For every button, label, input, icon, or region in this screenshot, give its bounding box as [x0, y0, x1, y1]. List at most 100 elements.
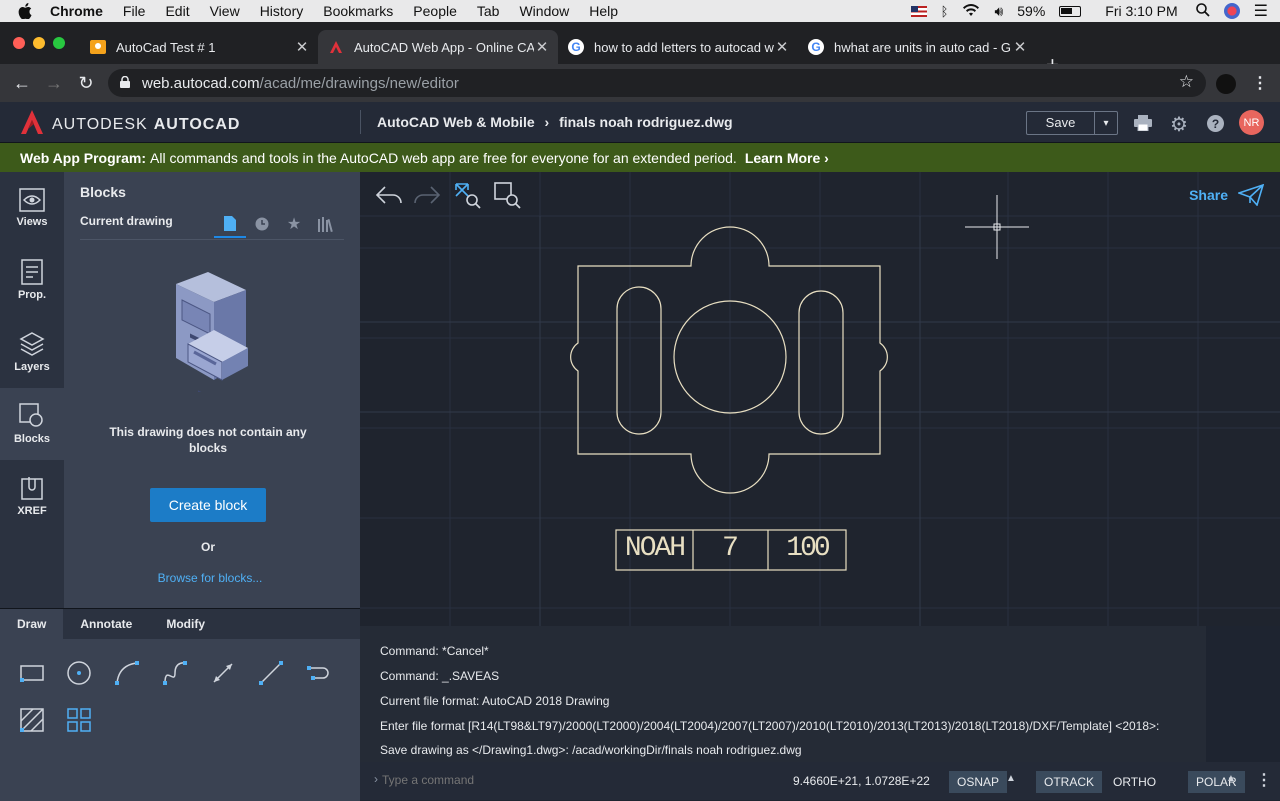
part-drawing: [570, 226, 888, 494]
more-options-icon[interactable]: ⋮: [1256, 770, 1272, 790]
notification-center-icon[interactable]: ☰: [1254, 1, 1268, 21]
osnap-toggle[interactable]: OSNAP: [949, 771, 1008, 793]
reload-icon[interactable]: ↻: [70, 73, 102, 94]
line-tool[interactable]: [257, 659, 285, 687]
close-tab-icon[interactable]: ✕: [774, 38, 790, 56]
browser-tab-autocad-web[interactable]: AutoCAD Web App - Online CA ✕: [318, 30, 558, 64]
current-drawing-tab[interactable]: [214, 210, 246, 238]
chrome-menu-icon[interactable]: ⋮: [1252, 73, 1268, 93]
save-button[interactable]: Save ▾: [1026, 111, 1118, 135]
forward-icon[interactable]: →: [38, 73, 70, 94]
zoom-window-button[interactable]: [492, 180, 522, 210]
osnap-options-icon[interactable]: ▲: [1006, 773, 1016, 784]
user-avatar[interactable]: NR: [1239, 110, 1264, 135]
help-icon[interactable]: ?: [1207, 115, 1224, 132]
tab-draw[interactable]: Draw: [0, 609, 64, 639]
clock[interactable]: Fri 3:10 PM: [1105, 3, 1177, 19]
menu-app-name[interactable]: Chrome: [50, 3, 103, 19]
print-icon[interactable]: [1134, 115, 1152, 136]
flag-icon[interactable]: [910, 5, 927, 17]
linear-dimension-tool[interactable]: [209, 659, 237, 687]
hatch-tool[interactable]: [18, 706, 46, 734]
close-tab-icon[interactable]: ✕: [294, 38, 310, 56]
otrack-toggle[interactable]: OTRACK: [1036, 771, 1103, 793]
wifi-icon[interactable]: [962, 3, 980, 20]
learn-more-link[interactable]: Learn More ›: [745, 150, 829, 166]
close-tab-icon[interactable]: ✕: [534, 38, 550, 56]
google-classroom-icon: [90, 39, 106, 55]
circle-tool[interactable]: [65, 659, 93, 687]
user-account-icon[interactable]: [1223, 3, 1240, 19]
drawing-canvas[interactable]: NOAH 7 100 Share: [360, 172, 1280, 626]
lock-icon[interactable]: [120, 75, 130, 92]
menu-bookmarks[interactable]: Bookmarks: [323, 3, 393, 19]
tab-modify[interactable]: Modify: [149, 609, 222, 639]
battery-icon[interactable]: [1059, 5, 1082, 17]
browser-tab-google-search-2[interactable]: G hwhat are units in auto cad - G ✕: [798, 30, 1036, 64]
libraries-tab[interactable]: [310, 210, 342, 238]
bookmark-star-icon[interactable]: ☆: [1179, 72, 1194, 92]
spline-icon: [163, 661, 187, 685]
breadcrumb-root[interactable]: AutoCAD Web & Mobile: [377, 114, 535, 130]
address-bar[interactable]: web.autocad.com/acad/me/drawings/new/edi…: [108, 69, 1206, 97]
command-line: Command: _.SAVEAS: [380, 669, 500, 683]
create-block-button[interactable]: Create block: [150, 488, 266, 522]
menu-view[interactable]: View: [210, 3, 240, 19]
back-icon[interactable]: ←: [6, 73, 38, 94]
ortho-toggle[interactable]: ORTHO: [1105, 771, 1164, 793]
browser-tab-autocad-test[interactable]: AutoCad Test # 1 ✕: [80, 30, 318, 64]
title-block-name: NOAH: [624, 533, 686, 564]
minimize-window-button[interactable]: [33, 37, 45, 49]
blocks-panel: Blocks Current drawing ★ This drawing do…: [64, 172, 360, 608]
blocks-filter-tabs: ★: [214, 210, 342, 238]
rail-layers[interactable]: Layers: [0, 316, 64, 388]
share-label: Share: [1189, 187, 1228, 203]
zoom-extents-button[interactable]: [452, 180, 482, 210]
menu-people[interactable]: People: [413, 3, 457, 19]
volume-icon[interactable]: 🔊︎: [994, 3, 1003, 20]
close-window-button[interactable]: [13, 37, 25, 49]
rail-properties[interactable]: Prop.: [0, 244, 64, 316]
maximize-window-button[interactable]: [53, 37, 65, 49]
save-dropdown-icon[interactable]: ▾: [1095, 118, 1117, 129]
tools-tabs: Draw Annotate Modify: [0, 609, 360, 639]
close-tab-icon[interactable]: ✕: [1012, 38, 1028, 56]
browser-toolbar: ← → ↻ web.autocad.com/acad/me/drawings/n…: [0, 64, 1280, 102]
menu-edit[interactable]: Edit: [165, 3, 189, 19]
browser-tab-google-search-1[interactable]: G how to add letters to autocad w ✕: [558, 30, 798, 64]
recent-tab[interactable]: [246, 210, 278, 238]
rail-views[interactable]: Views: [0, 172, 64, 244]
extension-icon[interactable]: [1216, 74, 1236, 94]
more-tools-grid[interactable]: [65, 706, 93, 734]
arc-tool[interactable]: [113, 659, 141, 687]
share-button[interactable]: Share: [1189, 184, 1264, 206]
command-line: Save drawing as </Drawing1.dwg>: /acad/w…: [380, 743, 802, 757]
menu-help[interactable]: Help: [589, 3, 618, 19]
menu-tab[interactable]: Tab: [477, 3, 500, 19]
polar-options-icon[interactable]: ▲: [1226, 773, 1236, 784]
rail-blocks[interactable]: Blocks: [0, 388, 64, 460]
undo-button[interactable]: [374, 180, 404, 210]
tab-annotate[interactable]: Annotate: [63, 609, 149, 639]
apple-icon[interactable]: [18, 3, 36, 19]
browse-blocks-link[interactable]: Browse for blocks...: [64, 571, 356, 585]
panel-subtitle: Current drawing: [80, 214, 173, 228]
tab-title: AutoCad Test # 1: [116, 39, 216, 55]
menu-window[interactable]: Window: [519, 3, 569, 19]
menu-history[interactable]: History: [260, 3, 304, 19]
autodesk-logo[interactable]: AUTODESK AUTOCAD: [20, 109, 240, 140]
spotlight-search-icon[interactable]: [1195, 2, 1210, 20]
polyline-tool[interactable]: [305, 659, 333, 687]
menu-file[interactable]: File: [123, 3, 146, 19]
bluetooth-icon[interactable]: ᛒ: [941, 4, 949, 19]
blocks-icon: [19, 403, 43, 427]
rail-xref[interactable]: XREF: [0, 460, 64, 532]
spline-tool[interactable]: [161, 659, 189, 687]
favorites-tab[interactable]: ★: [278, 210, 310, 238]
tab-title: AutoCAD Web App - Online CA: [354, 39, 534, 55]
redo-button[interactable]: [412, 180, 442, 210]
rectangle-tool[interactable]: [18, 659, 46, 687]
settings-gear-icon[interactable]: ⚙: [1170, 112, 1188, 137]
polar-toggle[interactable]: POLAR: [1188, 771, 1245, 793]
command-input[interactable]: [382, 770, 762, 790]
